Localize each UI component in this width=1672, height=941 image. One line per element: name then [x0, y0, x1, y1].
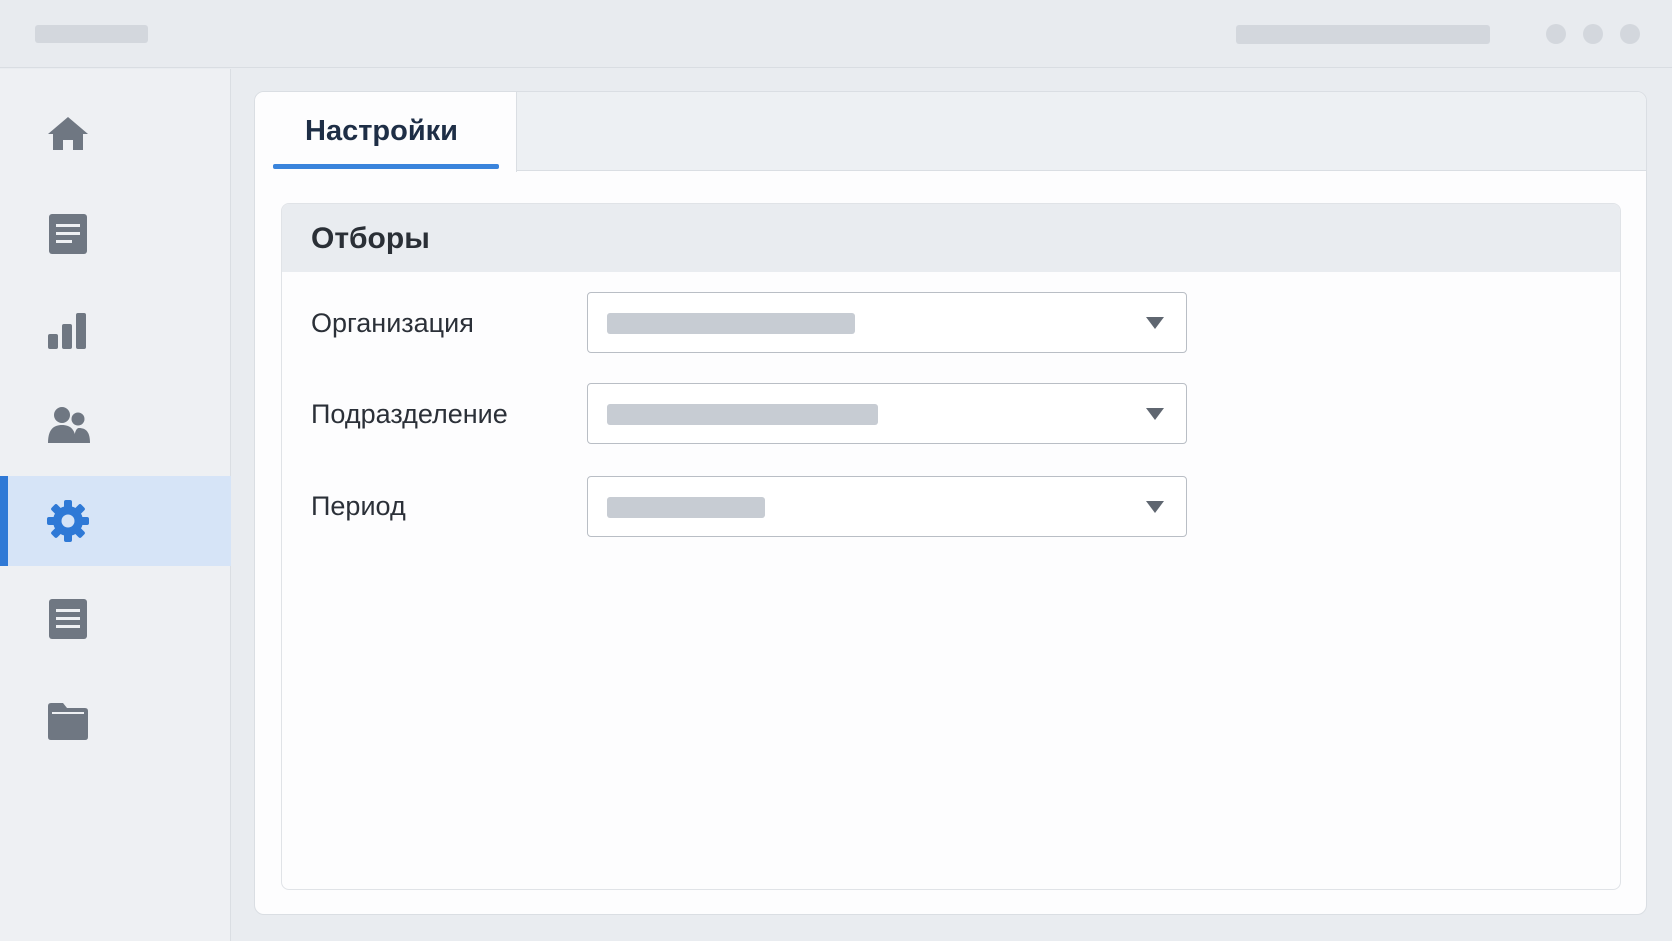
- department-select[interactable]: [587, 383, 1187, 444]
- document-icon: [49, 214, 87, 254]
- close-button[interactable]: [1620, 24, 1640, 44]
- sidebar-item-list[interactable]: [0, 574, 231, 664]
- filters-title: Отборы: [311, 222, 430, 255]
- period-value-placeholder: [607, 497, 765, 518]
- active-tab-indicator: [273, 164, 499, 169]
- tab-settings[interactable]: Настройки: [255, 92, 517, 172]
- sidebar: [0, 69, 231, 941]
- tab-settings-label: Настройки: [305, 115, 459, 147]
- sidebar-item-reports[interactable]: [0, 287, 231, 377]
- period-select[interactable]: [587, 476, 1187, 537]
- organization-label: Организация: [311, 308, 474, 338]
- chevron-down-icon: [1146, 408, 1164, 420]
- minimize-button[interactable]: [1546, 24, 1566, 44]
- department-label: Подразделение: [311, 399, 508, 429]
- sidebar-item-settings[interactable]: [0, 476, 231, 566]
- main-panel: Настройки Отборы Организация Подразделен…: [254, 91, 1647, 915]
- organization-value-placeholder: [607, 313, 855, 334]
- title-bar: [0, 0, 1672, 68]
- tab-bar: Настройки: [255, 92, 1646, 172]
- sidebar-item-documents[interactable]: [0, 189, 231, 279]
- period-label: Период: [311, 491, 406, 521]
- gear-icon: [47, 500, 89, 542]
- filters-card-header: Отборы: [282, 204, 1620, 272]
- folder-icon: [48, 703, 88, 740]
- app-window: Настройки Отборы Организация Подразделен…: [0, 0, 1672, 941]
- department-value-placeholder: [607, 404, 878, 425]
- filters-card: Отборы Организация Подразделение Период: [281, 203, 1621, 890]
- sidebar-item-users[interactable]: [0, 380, 231, 470]
- window-title-placeholder: [35, 25, 148, 43]
- chevron-down-icon: [1146, 501, 1164, 513]
- bar-chart-icon: [48, 313, 86, 349]
- search-placeholder[interactable]: [1236, 25, 1490, 44]
- sidebar-item-files[interactable]: [0, 676, 231, 766]
- users-icon: [48, 407, 90, 443]
- sidebar-item-home[interactable]: [0, 89, 231, 179]
- list-icon: [49, 599, 87, 639]
- organization-select[interactable]: [587, 292, 1187, 353]
- home-icon: [48, 117, 88, 150]
- chevron-down-icon: [1146, 317, 1164, 329]
- maximize-button[interactable]: [1583, 24, 1603, 44]
